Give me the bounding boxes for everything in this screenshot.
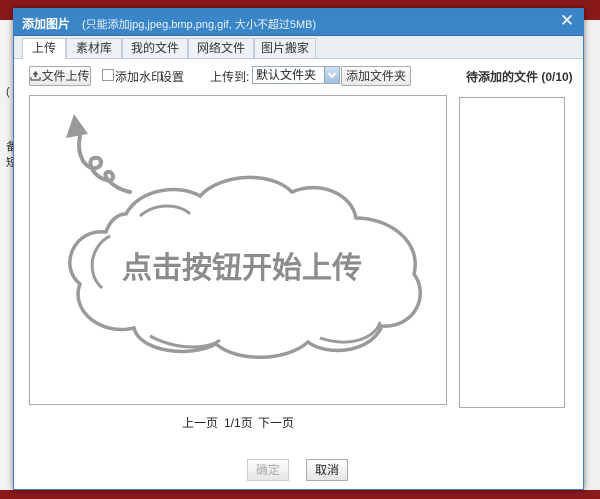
upload-icon xyxy=(30,71,42,81)
folder-select[interactable]: 默认文件夹 xyxy=(252,66,340,84)
upload-to-label: 上传到: xyxy=(210,70,250,84)
background-text: ( xyxy=(6,86,10,98)
folder-select-value: 默认文件夹 xyxy=(256,68,317,82)
tab-image-move[interactable]: 图片搬家 xyxy=(254,38,316,58)
tab-my-files[interactable]: 我的文件 xyxy=(122,38,188,58)
close-icon[interactable]: ✕ xyxy=(559,12,575,29)
file-upload-label: 文件上传 xyxy=(41,69,90,83)
watermark-settings-link[interactable]: 设置 xyxy=(160,68,184,85)
pending-files-list[interactable] xyxy=(459,97,565,408)
cloud-illustration: 点击按钮开始上传 xyxy=(66,114,422,359)
upload-drop-area[interactable]: 点击按钮开始上传 xyxy=(29,95,447,405)
dialog-title: 添加图片 xyxy=(22,17,71,31)
tab-upload[interactable]: 上传 xyxy=(22,38,66,59)
tab-web-files[interactable]: 网络文件 xyxy=(188,38,254,58)
tab-material-library[interactable]: 素材库 xyxy=(66,38,122,58)
upload-toolbar: 文件上传 添加水印 设置 上传到: 默认文件夹 添加文件夹 待添加的文件 (0/… xyxy=(14,64,583,92)
tab-bar: 上传 素材库 我的文件 网络文件 图片搬家 xyxy=(14,36,583,59)
chevron-down-icon xyxy=(324,67,339,83)
next-page-link[interactable]: 下一页 xyxy=(258,414,294,431)
page-indicator: 1/1页 xyxy=(224,416,253,430)
add-image-dialog: 添加图片 (只能添加jpg,jpeg,bmp,png,gif, 大小不超过5MB… xyxy=(13,8,584,490)
pending-files-title: 待添加的文件 (0/10) xyxy=(466,70,573,84)
dialog-titlebar: 添加图片 (只能添加jpg,jpeg,bmp,png,gif, 大小不超过5MB… xyxy=(14,9,583,36)
add-folder-button[interactable]: 添加文件夹 xyxy=(341,66,411,86)
confirm-button[interactable]: 确定 xyxy=(247,459,289,481)
file-upload-button[interactable]: 文件上传 xyxy=(29,66,91,86)
upload-hint-text: 点击按钮开始上传 xyxy=(122,251,362,286)
prev-page-link[interactable]: 上一页 xyxy=(182,414,218,431)
dialog-subtitle: (只能添加jpg,jpeg,bmp,png,gif, 大小不超过5MB) xyxy=(82,19,317,31)
watermark-checkbox[interactable] xyxy=(102,69,114,81)
watermark-label: 添加水印 xyxy=(115,70,164,84)
cancel-button[interactable]: 取消 xyxy=(306,459,348,481)
